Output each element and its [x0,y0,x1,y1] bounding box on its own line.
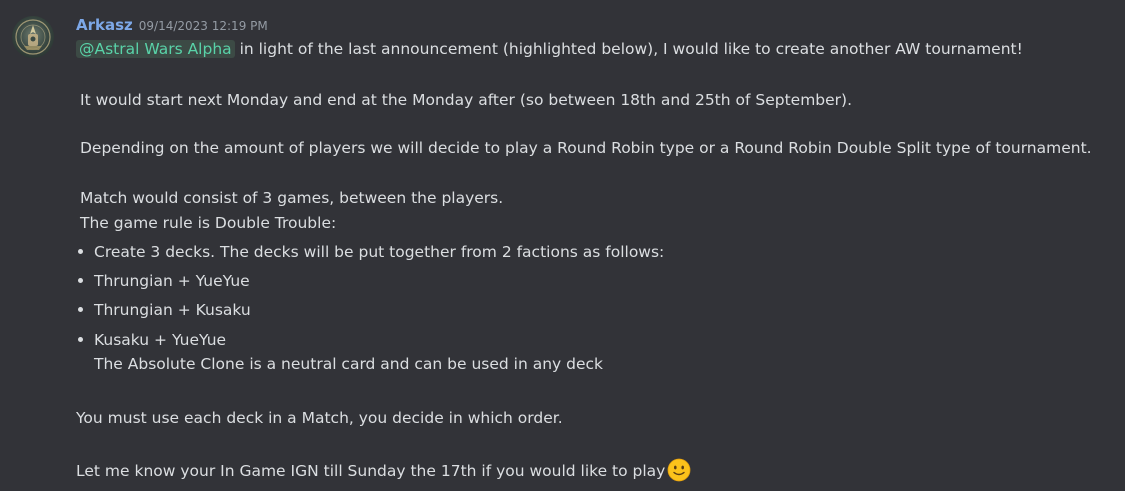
message-line-5: The game rule is Double Trouble: [80,214,337,232]
message-line-7: Let me know your In Game IGN till Sunday… [76,458,691,482]
message-line-1: @Astral Wars Alpha in light of the last … [76,39,1023,59]
bullet-marker [78,307,83,312]
list-item-continuation: The Absolute Clone is a neutral card and… [94,355,604,373]
message-line-7-text: Let me know your In Game IGN till Sunday… [76,462,666,480]
list-item: Thrungian + Kusaku [94,301,251,319]
list-item: Kusaku + YueYue [94,331,227,349]
bullet-marker [78,337,83,342]
role-mention[interactable]: @Astral Wars Alpha [76,40,235,58]
chat-message: Arkasz 09/14/2023 12:19 PM @Astral Wars A… [0,0,1125,491]
message-line-4: Match would consist of 3 games, between … [80,189,504,207]
list-item: Thrungian + YueYue [94,272,250,290]
avatar-emblem-icon [15,19,51,55]
list-item: Create 3 decks. The decks will be put to… [94,243,665,261]
message-line-1-text: in light of the last announcement (highl… [234,40,1023,58]
author-name[interactable]: Arkasz [76,16,133,34]
bullet-marker [78,249,83,254]
user-avatar[interactable] [12,16,54,58]
message-header: Arkasz 09/14/2023 12:19 PM [76,15,268,35]
message-timestamp[interactable]: 09/14/2023 12:19 PM [139,19,268,33]
bullet-marker [78,278,83,283]
message-line-3: Depending on the amount of players we wi… [80,139,1092,157]
message-line-6: You must use each deck in a Match, you d… [76,409,563,427]
slightly-smiling-face-icon[interactable] [667,458,691,482]
message-line-2: It would start next Monday and end at th… [80,91,853,109]
